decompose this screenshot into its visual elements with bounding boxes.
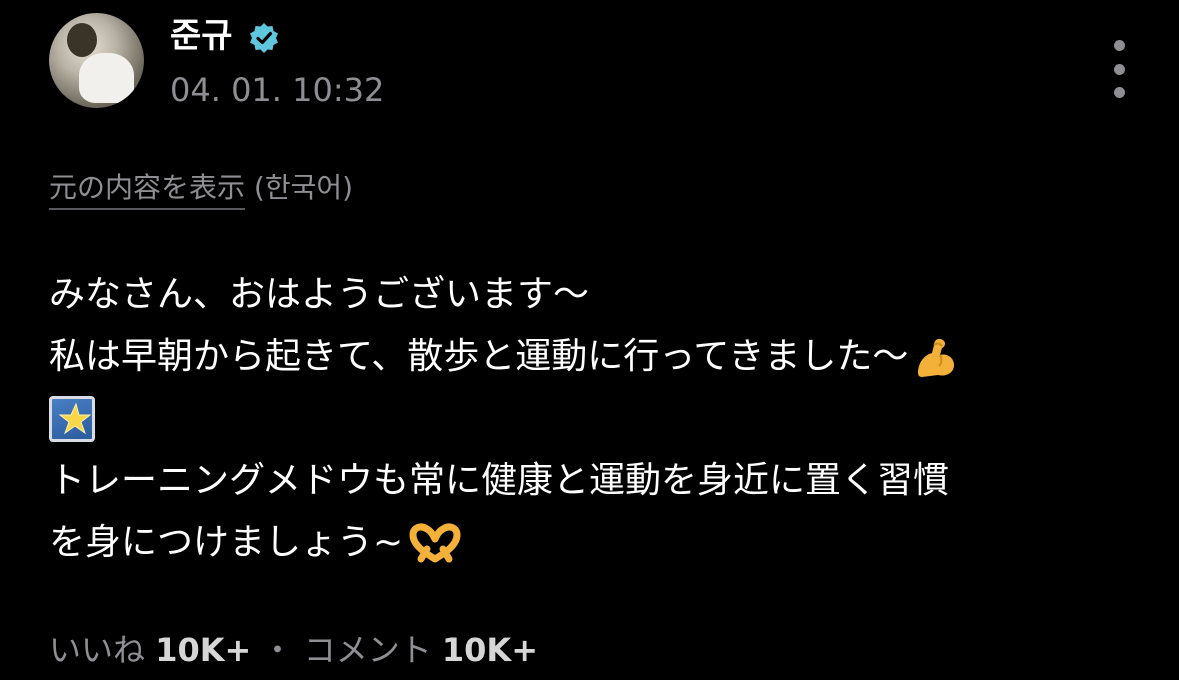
comments-count: 10K+ <box>441 631 539 669</box>
flexed-biceps-icon <box>918 338 955 377</box>
post-body: みなさん、おはようございます〜 私は早朝から起きて、散歩と運動に行ってきました〜… <box>49 264 1149 574</box>
footer-separator: ・ <box>261 631 294 669</box>
post-line-text: を身につけましょう~ <box>49 522 404 563</box>
more-dot <box>1113 40 1125 51</box>
heart-hands-icon <box>409 523 461 563</box>
original-language-label: (한국어) <box>253 171 354 204</box>
verified-badge-icon <box>250 23 278 53</box>
post-line: みなさん、おはようございます〜 <box>49 264 1149 326</box>
author-name[interactable]: 준규 <box>170 14 233 58</box>
likes-label[interactable]: いいね <box>49 631 145 669</box>
post-line: 私は早朝から起きて、散歩と運動に行ってきました〜 <box>49 326 1149 388</box>
avatar-hair-shape <box>67 23 97 57</box>
more-options-icon[interactable] <box>1105 40 1133 98</box>
post-line: を身につけましょう~ <box>49 512 1149 574</box>
comments-label[interactable]: コメント <box>304 631 432 669</box>
more-dot <box>1113 63 1125 75</box>
likes-count: 10K+ <box>155 631 252 669</box>
more-dot <box>1113 87 1125 98</box>
post-line-text: 私は早朝から起きて、散歩と運動に行ってきました〜 <box>49 336 909 377</box>
post-line-text: みなさん、おはようございます〜 <box>49 274 590 315</box>
glowing-star-icon <box>49 396 95 442</box>
show-original-link[interactable]: 元の内容を表示 <box>49 171 246 210</box>
author-avatar[interactable] <box>49 13 144 108</box>
avatar-body-shape <box>79 53 134 103</box>
engagement-footer: いいね 10K+ ・ コメント 10K+ <box>49 628 538 672</box>
post-timestamp: 04. 01. 10:32 <box>170 71 385 109</box>
show-original-row: 元の内容を表示 (한국어) <box>49 168 354 210</box>
post-line-text: トレーニングメドウも常に健康と運動を身近に置く習慣 <box>49 460 950 501</box>
post-line <box>49 388 1149 450</box>
post-line: トレーニングメドウも常に健康と運動を身近に置く習慣 <box>49 450 1149 512</box>
